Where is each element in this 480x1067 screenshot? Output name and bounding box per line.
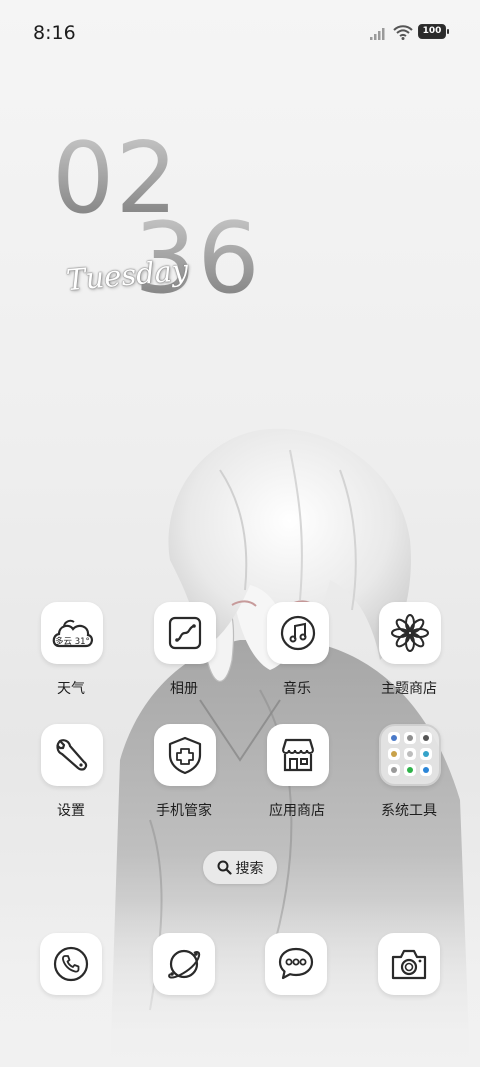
gallery-app-icon[interactable] (154, 602, 216, 664)
battery-icon: 100 (418, 24, 449, 39)
search-label: 搜索 (235, 860, 264, 877)
weather-app-icon[interactable]: 多云 31° (41, 602, 103, 664)
app-label: 手机管家 (156, 803, 212, 819)
gallery-icon (168, 616, 202, 650)
app-label: 音乐 (283, 681, 311, 697)
signal-icon (370, 28, 385, 40)
weather-condition-text: 多云 31° (55, 637, 90, 647)
app-gallery[interactable]: 相册 (136, 602, 232, 712)
dock-camera-app[interactable] (378, 933, 440, 995)
app-store[interactable]: 应用商店 (249, 724, 345, 834)
themes-app-icon[interactable] (379, 602, 441, 664)
dock-browser-app[interactable] (153, 933, 215, 995)
music-note-icon (280, 615, 316, 651)
weather-cloud-icon (52, 619, 93, 648)
wrench-icon (56, 739, 88, 771)
dock-phone-app[interactable] (40, 933, 102, 995)
storefront-icon (281, 738, 315, 772)
flower-icon (391, 614, 429, 652)
wifi-icon (393, 25, 413, 40)
app-label: 主题商店 (381, 681, 437, 697)
dock-messages-app[interactable] (265, 933, 327, 995)
search-icon (217, 860, 232, 875)
app-label: 系统工具 (381, 803, 437, 819)
app-settings[interactable]: 设置 (23, 724, 119, 834)
app-label: 设置 (57, 803, 85, 819)
app-music[interactable]: 音乐 (249, 602, 345, 712)
phone-icon (53, 946, 89, 982)
settings-app-icon[interactable] (41, 724, 103, 786)
status-time: 8:16 (33, 22, 76, 44)
app-label: 天气 (57, 681, 85, 697)
app-folder-system-tools[interactable]: 系统工具 (361, 724, 457, 834)
app-weather[interactable]: 多云 31° 天气 (23, 602, 119, 712)
security-app-icon[interactable] (154, 724, 216, 786)
app-store-app-icon[interactable] (267, 724, 329, 786)
status-bar: 8:16 100 (0, 0, 480, 68)
search-button[interactable]: 搜索 (203, 851, 277, 884)
app-label: 应用商店 (269, 803, 325, 819)
message-bubble-icon (278, 947, 314, 980)
battery-level: 100 (422, 26, 442, 36)
browser-planet-icon (168, 949, 201, 979)
folder-icon[interactable] (379, 724, 441, 786)
app-label: 相册 (170, 681, 198, 697)
shield-plus-icon (168, 736, 202, 775)
music-app-icon[interactable] (267, 602, 329, 664)
camera-icon (391, 949, 427, 980)
app-themes[interactable]: 主题商店 (361, 602, 457, 712)
app-security[interactable]: 手机管家 (136, 724, 232, 834)
